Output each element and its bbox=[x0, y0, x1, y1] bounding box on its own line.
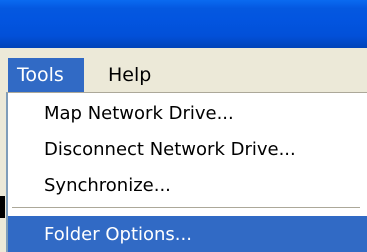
menu-item-folder-options[interactable]: Folder Options... bbox=[8, 216, 367, 252]
menu-help[interactable]: Help bbox=[84, 58, 151, 92]
background-mark bbox=[0, 196, 5, 218]
menu-separator bbox=[12, 207, 360, 208]
window-title-bar[interactable] bbox=[0, 0, 367, 48]
menu-item-synchronize[interactable]: Synchronize... bbox=[8, 169, 367, 203]
menu-tools[interactable]: Tools bbox=[8, 58, 84, 92]
menu-bar: Tools Help bbox=[0, 48, 367, 92]
menu-item-map-network-drive[interactable]: Map Network Drive... bbox=[8, 97, 367, 131]
explorer-window-crop: Tools Help Map Network Drive... Disconne… bbox=[0, 0, 367, 252]
menu-item-disconnect-network-drive[interactable]: Disconnect Network Drive... bbox=[8, 133, 367, 167]
tools-dropdown-menu: Map Network Drive... Disconnect Network … bbox=[6, 92, 367, 252]
